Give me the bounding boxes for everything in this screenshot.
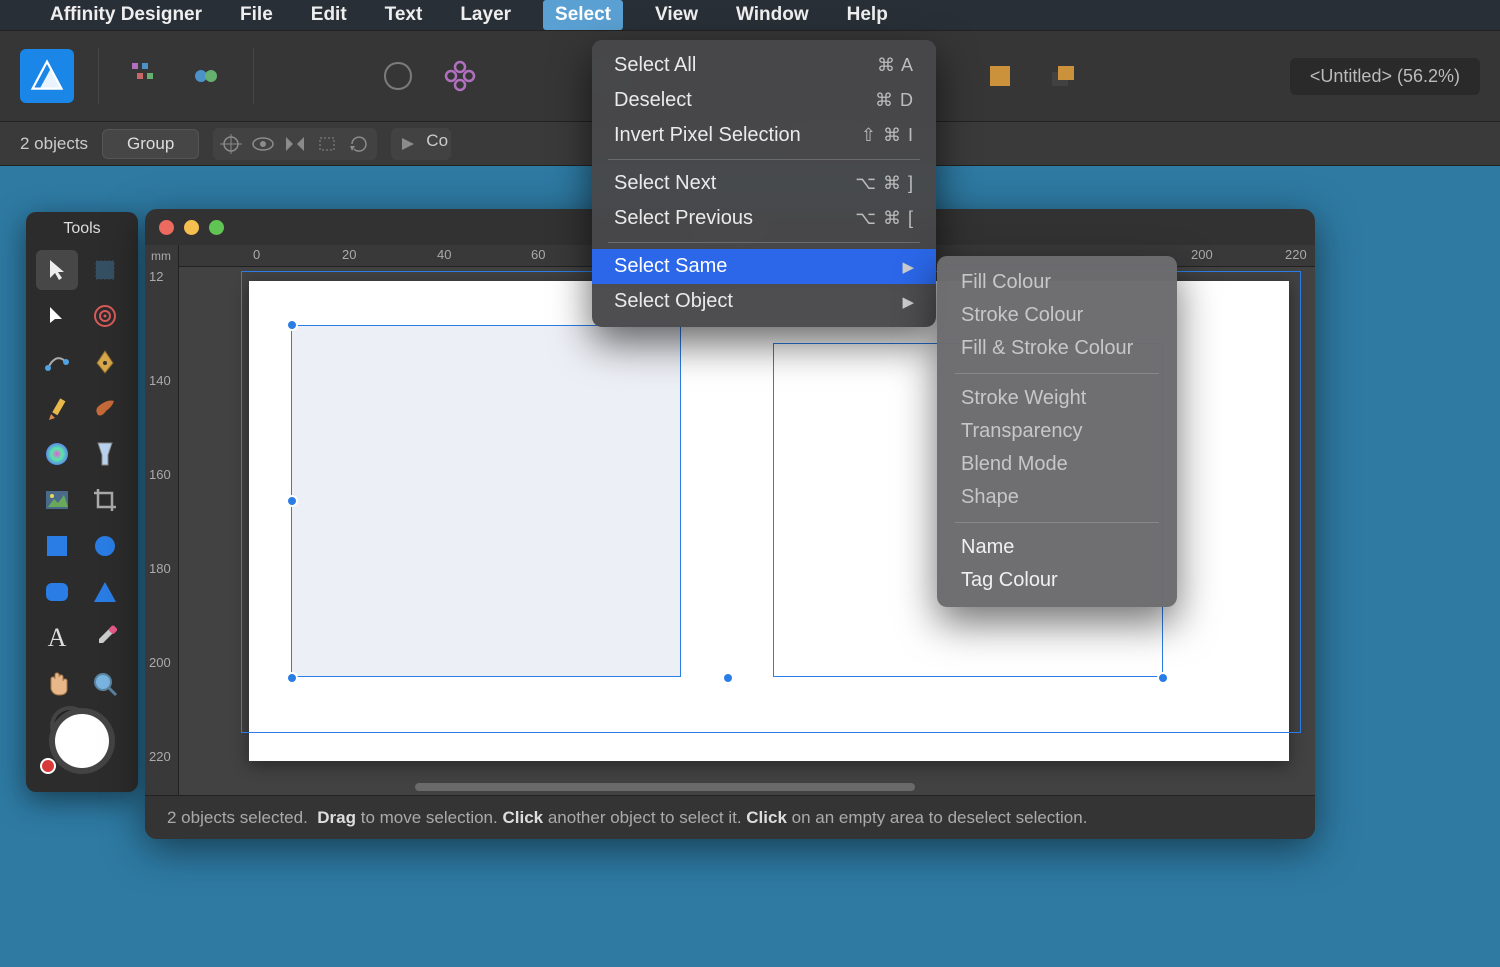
submenu-transparency[interactable]: Transparency bbox=[937, 415, 1177, 448]
tool-pencil[interactable] bbox=[36, 388, 78, 428]
submenu-name[interactable]: Name bbox=[937, 531, 1177, 564]
traffic-lights[interactable] bbox=[159, 220, 224, 235]
close-icon[interactable] bbox=[159, 220, 174, 235]
align-center-icon[interactable] bbox=[216, 131, 246, 157]
convert-curves-icon[interactable] bbox=[394, 131, 424, 157]
convert-group: Co bbox=[391, 128, 451, 160]
handle-icon[interactable] bbox=[286, 495, 298, 507]
tool-eyedropper[interactable] bbox=[84, 618, 126, 658]
submenu-fill-stroke-colour[interactable]: Fill & Stroke Colour bbox=[937, 332, 1177, 365]
flip-h-icon[interactable] bbox=[280, 131, 310, 157]
app-icon bbox=[20, 49, 74, 103]
convert-label: Co bbox=[426, 131, 448, 157]
horizontal-scrollbar[interactable] bbox=[345, 783, 1115, 793]
app-name[interactable]: Affinity Designer bbox=[44, 2, 208, 28]
toolbar-layers-icon[interactable] bbox=[1040, 54, 1084, 98]
select-menu: Select All⌘ A Deselect⌘ D Invert Pixel S… bbox=[592, 40, 936, 327]
minimize-icon[interactable] bbox=[184, 220, 199, 235]
menu-text[interactable]: Text bbox=[379, 2, 429, 28]
group-button[interactable]: Group bbox=[102, 129, 199, 159]
ruler-vertical[interactable]: mm 12 140 160 180 200 220 bbox=[145, 245, 179, 795]
submenu-blend-mode[interactable]: Blend Mode bbox=[937, 448, 1177, 481]
tool-target[interactable] bbox=[84, 296, 126, 336]
document-title-field[interactable]: <Untitled> (56.2%) bbox=[1290, 58, 1480, 95]
tool-glass[interactable] bbox=[84, 434, 126, 474]
menu-item-select-next[interactable]: Select Next⌥ ⌘ ] bbox=[592, 166, 936, 201]
menu-layer[interactable]: Layer bbox=[454, 2, 517, 28]
menu-help[interactable]: Help bbox=[841, 2, 894, 28]
menu-item-select-object[interactable]: Select Object▶ bbox=[592, 284, 936, 319]
handle-icon[interactable] bbox=[286, 319, 298, 331]
tool-picture[interactable] bbox=[36, 480, 78, 520]
chevron-right-icon: ▶ bbox=[902, 258, 914, 276]
tool-rounded-rect[interactable] bbox=[36, 572, 78, 612]
tool-ellipse[interactable] bbox=[84, 526, 126, 566]
menu-item-select-all[interactable]: Select All⌘ A bbox=[592, 48, 936, 83]
tool-triangle[interactable] bbox=[84, 572, 126, 612]
menu-view[interactable]: View bbox=[649, 2, 704, 28]
menu-item-deselect[interactable]: Deselect⌘ D bbox=[592, 83, 936, 118]
tools-color-swatch[interactable] bbox=[26, 710, 138, 778]
tool-hand[interactable] bbox=[36, 664, 78, 704]
handle-icon[interactable] bbox=[286, 672, 298, 684]
tool-crop[interactable] bbox=[84, 480, 126, 520]
tools-panel-title: Tools bbox=[26, 212, 138, 244]
selection-count: 2 objects bbox=[20, 134, 88, 154]
submenu-tag-colour[interactable]: Tag Colour bbox=[937, 564, 1177, 597]
handle-icon[interactable] bbox=[1157, 672, 1169, 684]
tools-panel: Tools A bbox=[26, 212, 138, 792]
toolbar-shape-icon[interactable] bbox=[376, 54, 420, 98]
tool-artboard[interactable] bbox=[84, 250, 126, 290]
select-same-submenu: Fill Colour Stroke Colour Fill & Stroke … bbox=[937, 256, 1177, 607]
align-icon-group bbox=[213, 128, 377, 160]
menu-window[interactable]: Window bbox=[730, 2, 815, 28]
tool-zoom[interactable] bbox=[84, 664, 126, 704]
tool-text[interactable]: A bbox=[36, 618, 78, 658]
menu-item-select-same[interactable]: Select Same▶ bbox=[592, 249, 936, 284]
ruler-unit: mm bbox=[151, 249, 171, 263]
submenu-stroke-colour[interactable]: Stroke Colour bbox=[937, 299, 1177, 332]
submenu-fill-colour[interactable]: Fill Colour bbox=[937, 266, 1177, 299]
toolbar-orange-sq-icon[interactable] bbox=[978, 54, 1022, 98]
toolbar-flower-icon[interactable] bbox=[438, 54, 482, 98]
tool-direct-select[interactable] bbox=[36, 296, 78, 336]
handle-icon[interactable] bbox=[722, 672, 734, 684]
menu-item-invert-pixel[interactable]: Invert Pixel Selection⇧ ⌘ I bbox=[592, 118, 936, 153]
submenu-shape[interactable]: Shape bbox=[937, 481, 1177, 514]
status-text: 2 objects selected. Drag to move selecti… bbox=[167, 808, 1087, 828]
macos-menubar: Affinity Designer File Edit Text Layer S… bbox=[0, 0, 1500, 30]
selected-rect-1[interactable] bbox=[291, 325, 681, 677]
tool-pen[interactable] bbox=[84, 342, 126, 382]
persona-pixel-icon[interactable] bbox=[185, 54, 229, 98]
maximize-icon[interactable] bbox=[209, 220, 224, 235]
menu-select[interactable]: Select bbox=[543, 0, 623, 30]
tool-rectangle[interactable] bbox=[36, 526, 78, 566]
menu-edit[interactable]: Edit bbox=[305, 2, 353, 28]
menu-file[interactable]: File bbox=[234, 2, 279, 28]
tool-brush[interactable] bbox=[84, 388, 126, 428]
status-bar: 2 objects selected. Drag to move selecti… bbox=[145, 795, 1315, 839]
tool-move[interactable] bbox=[36, 250, 78, 290]
transform-icon[interactable] bbox=[312, 131, 342, 157]
submenu-stroke-weight[interactable]: Stroke Weight bbox=[937, 382, 1177, 415]
tool-fill[interactable] bbox=[36, 434, 78, 474]
rotate-icon[interactable] bbox=[344, 131, 374, 157]
show-hide-icon[interactable] bbox=[248, 131, 278, 157]
menu-item-select-previous[interactable]: Select Previous⌥ ⌘ [ bbox=[592, 201, 936, 236]
tool-node[interactable] bbox=[36, 342, 78, 382]
persona-designer-icon[interactable] bbox=[123, 54, 167, 98]
chevron-right-icon: ▶ bbox=[902, 293, 914, 311]
